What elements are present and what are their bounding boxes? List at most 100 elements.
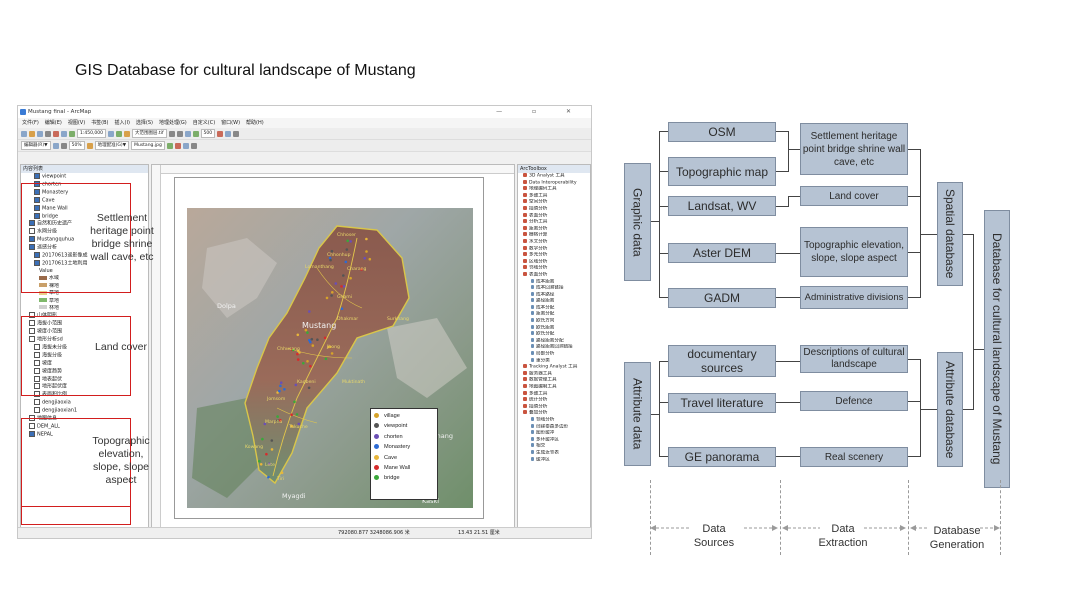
flip-icon[interactable] [190, 142, 197, 149]
toolbox-item[interactable]: 表面分析 [521, 271, 590, 279]
menu-item[interactable]: 帮助(H) [246, 120, 264, 126]
toolbox-item[interactable]: Tracking Analyst 工具 [521, 364, 590, 371]
toolbox-item[interactable]: 领域分析 [521, 416, 590, 424]
heritage-point[interactable] [306, 360, 309, 363]
layout-icon[interactable] [52, 142, 59, 149]
heritage-point[interactable] [365, 237, 368, 241]
heritage-point[interactable] [310, 337, 314, 341]
editor-icon[interactable] [108, 130, 114, 137]
toolbox-item[interactable]: 成本距离 [521, 278, 590, 286]
heritage-point[interactable] [365, 250, 368, 253]
heritage-point[interactable] [295, 413, 299, 416]
heritage-point[interactable] [278, 389, 281, 393]
heritage-point[interactable] [302, 361, 305, 365]
layer-checkbox[interactable] [34, 399, 40, 406]
print-icon[interactable] [45, 130, 51, 137]
toolbox-item[interactable]: 多环缓冲区 [521, 436, 590, 444]
toolbox-item[interactable]: 路径距离 [521, 298, 590, 305]
toc-layer[interactable]: dengjiaoxia [24, 399, 148, 407]
toc-layer[interactable]: 草地 [24, 298, 148, 305]
measure-icon[interactable] [233, 130, 240, 137]
heritage-point[interactable] [280, 471, 284, 475]
heritage-point[interactable] [330, 352, 334, 355]
toolbox-item[interactable]: 分析工具 [521, 219, 590, 226]
toolbox-item[interactable]: 相交 [521, 443, 590, 450]
toolbox-item[interactable]: 统计分析 [521, 397, 590, 404]
heritage-point[interactable] [307, 386, 311, 390]
toolbox-item[interactable]: 地图编制工具 [521, 384, 590, 391]
heritage-point[interactable] [296, 352, 299, 356]
refresh-icon[interactable] [86, 142, 93, 149]
heritage-point[interactable] [290, 413, 293, 416]
toc-layer[interactable]: dengjiaoxian1 [24, 407, 148, 415]
layer-select[interactable]: 大范围图层.tif [132, 129, 167, 138]
heritage-point[interactable] [296, 358, 300, 361]
heritage-point[interactable] [346, 239, 349, 243]
heritage-point[interactable] [308, 310, 311, 313]
toolbox-item[interactable]: 路径距离分配 [521, 337, 590, 345]
toolbox-item[interactable]: 重分类 [521, 357, 590, 365]
add-control-point-icon[interactable] [166, 142, 173, 149]
heritage-point[interactable] [330, 294, 333, 297]
heritage-point[interactable] [325, 296, 329, 300]
toc-layer[interactable]: viewpoint [24, 173, 148, 181]
toolbox-item[interactable]: 插值分析 [521, 403, 590, 411]
zoom-percent-field[interactable]: 50% [68, 141, 85, 150]
menu-item[interactable]: 编辑(E) [45, 120, 62, 126]
cut-icon[interactable] [53, 130, 59, 137]
menu-item[interactable]: 地理处理(G) [159, 120, 187, 126]
heritage-point[interactable] [279, 384, 282, 388]
toolbox-item[interactable]: 距离分配 [521, 311, 590, 318]
heritage-point[interactable] [309, 340, 312, 344]
heritage-point[interactable] [331, 291, 334, 294]
heritage-point[interactable] [342, 285, 346, 288]
toolbox-item[interactable]: 路径距离回溯链接 [521, 344, 590, 351]
heritage-point[interactable] [270, 448, 274, 451]
heritage-point[interactable] [258, 459, 261, 463]
heritage-point[interactable] [334, 282, 338, 285]
heritage-point[interactable] [311, 344, 315, 347]
layout-view[interactable]: Dolpa Mustang Myagdi Kaski Manang Chhoser Loma… [151, 164, 515, 536]
open-icon[interactable] [29, 130, 35, 137]
heritage-point[interactable] [283, 388, 286, 391]
menu-item[interactable]: 插入(I) [115, 120, 130, 126]
menu-item[interactable]: 自定义(C) [193, 120, 215, 126]
heritage-point[interactable] [340, 285, 343, 288]
heritage-point[interactable] [349, 240, 352, 243]
toolbox-item[interactable]: 水文分析 [521, 238, 590, 246]
data-view-icon[interactable] [60, 142, 67, 149]
heritage-point[interactable] [261, 437, 264, 441]
new-icon[interactable] [21, 130, 27, 137]
identify-icon[interactable] [217, 130, 224, 137]
toolbox-item[interactable]: 生成近邻表 [521, 449, 590, 457]
copy-icon[interactable] [61, 130, 67, 137]
menu-item[interactable]: 文件(F) [22, 120, 39, 126]
heritage-point[interactable] [296, 333, 300, 337]
heritage-point[interactable] [259, 463, 263, 466]
toolbox-item[interactable]: 3D Analyst 工具 [521, 173, 590, 180]
heritage-point[interactable] [342, 274, 345, 277]
toolbox-item[interactable]: 图形缓冲 [521, 430, 590, 437]
toolbox-item[interactable]: 插值分析 [521, 205, 590, 213]
toolbox-item[interactable]: 创建泰森多边形 [521, 423, 590, 431]
toolbox-item[interactable]: 区域分析 [521, 258, 590, 266]
toolbox-item[interactable]: 欧氏分配 [521, 331, 590, 338]
toolbox-item[interactable]: 缓冲区 [521, 456, 590, 464]
heritage-point[interactable] [270, 439, 274, 442]
editor-dropdown[interactable]: 编辑器(R)▼ [21, 141, 51, 150]
toolbox-icon[interactable] [124, 130, 130, 137]
menu-item[interactable]: 书签(B) [91, 120, 108, 126]
toolbox-item[interactable]: 多元分析 [521, 252, 590, 259]
link-table-icon[interactable] [174, 142, 181, 149]
select-icon[interactable] [225, 130, 232, 137]
full-extent-icon[interactable] [192, 130, 199, 137]
toolbox-item[interactable]: 距离分析 [521, 225, 590, 233]
pan-icon[interactable] [184, 130, 191, 137]
heritage-point[interactable] [265, 452, 268, 456]
toolbox-item[interactable]: 欧氏方向 [521, 318, 590, 325]
heritage-point[interactable] [323, 336, 327, 340]
heritage-point[interactable] [306, 331, 309, 334]
toolbox-item[interactable]: 多维工具 [521, 390, 590, 398]
layer-checkbox[interactable] [34, 407, 40, 414]
toc-layer[interactable]: 林地 [24, 305, 148, 312]
